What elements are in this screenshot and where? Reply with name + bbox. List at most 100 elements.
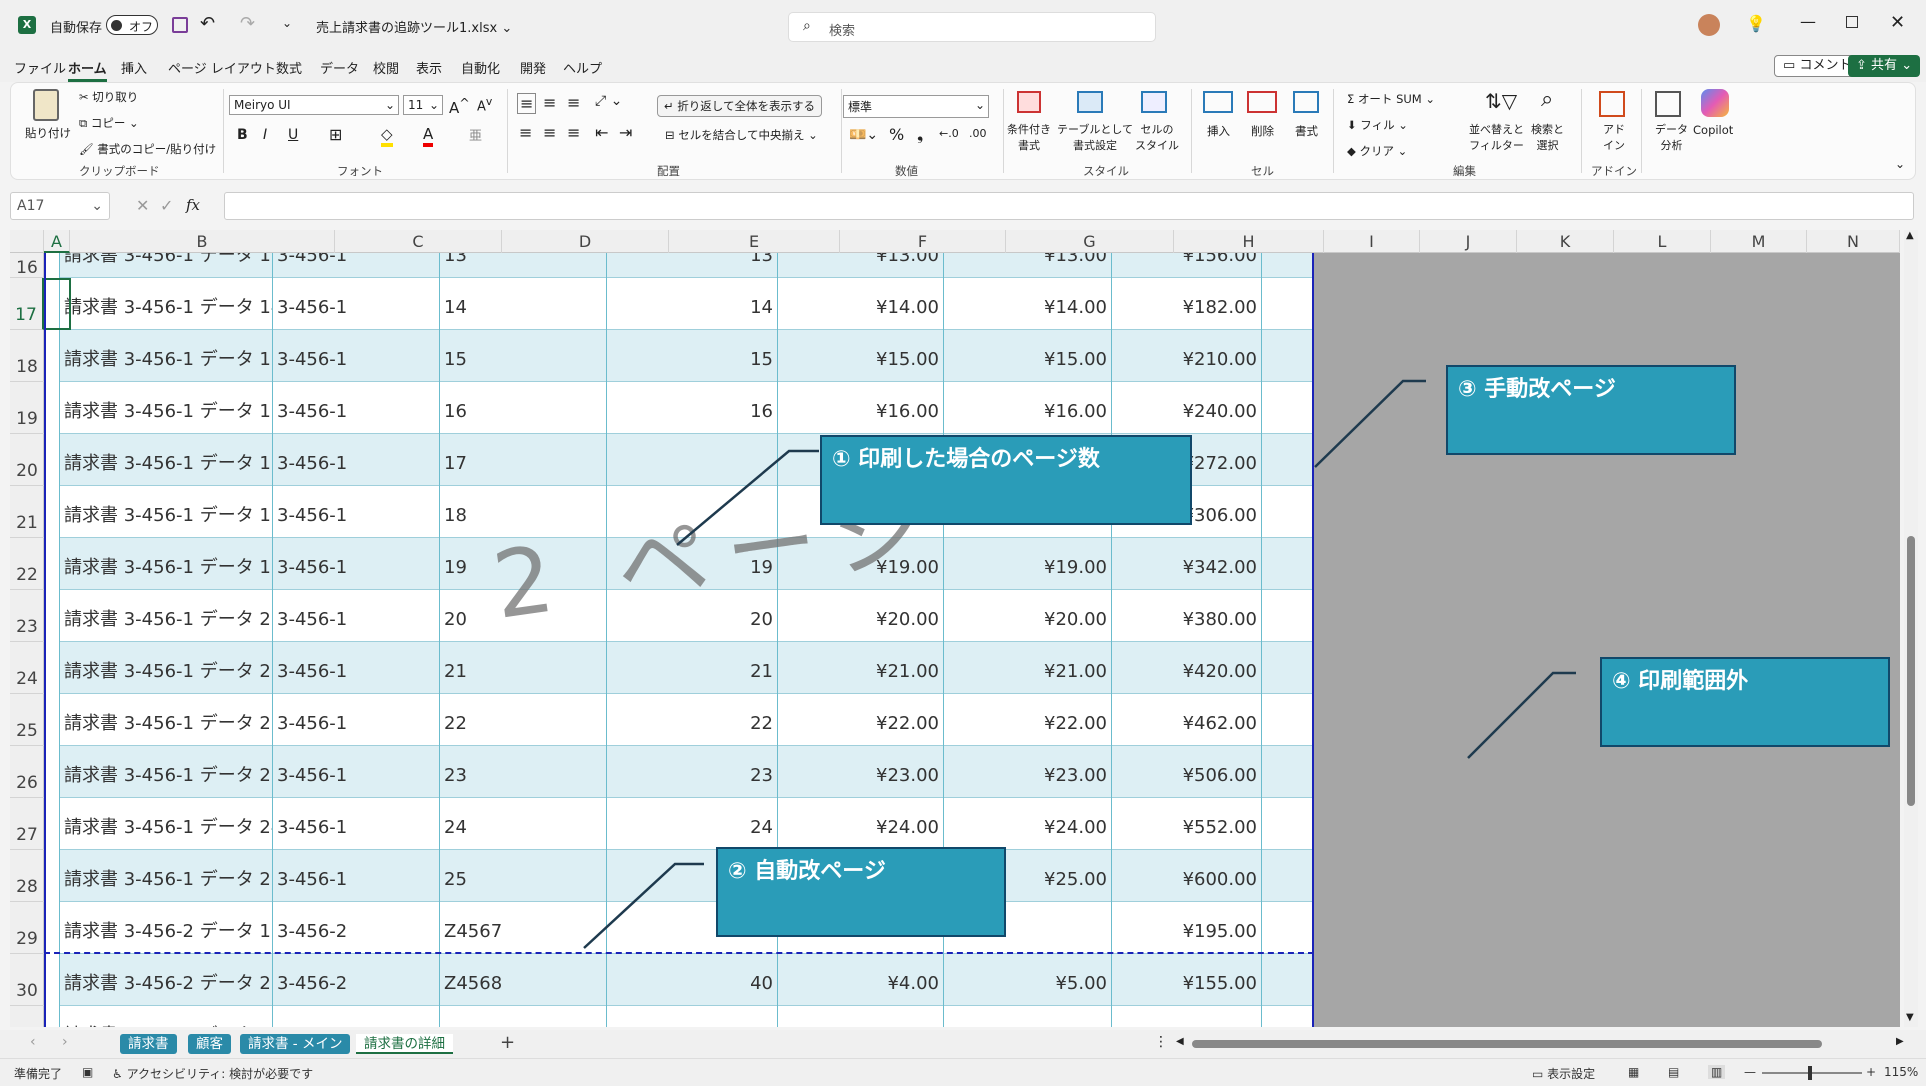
align-top-icon[interactable]: ≡ — [517, 93, 537, 114]
qat-dropdown-icon[interactable]: ⌄ — [282, 16, 292, 30]
add-sheet-icon[interactable]: + — [500, 1032, 515, 1053]
row-header[interactable]: 16 — [10, 253, 44, 278]
align-middle-icon[interactable]: ≡ — [543, 93, 556, 112]
share-button[interactable]: ⇪ 共有 ⌄ — [1848, 55, 1921, 77]
display-settings-button[interactable]: ▭ 表示設定 — [1532, 1065, 1595, 1082]
delete-cells-button[interactable]: 削除 — [1251, 123, 1274, 139]
find-select-button[interactable]: 検索と 選択 — [1531, 121, 1564, 153]
page-break-preview-icon[interactable]: ▥ — [1708, 1065, 1726, 1079]
prev-sheet-icon[interactable]: ‹ — [30, 1034, 36, 1050]
row-header[interactable]: 27 — [10, 798, 44, 850]
row-header[interactable]: 26 — [10, 746, 44, 798]
increase-decimal-icon[interactable]: ←.0 — [939, 127, 959, 140]
name-box[interactable]: A17 ⌄ — [10, 192, 110, 220]
tab-page-layout[interactable]: ページ レイアウト — [168, 58, 276, 77]
column-header[interactable]: J — [1420, 230, 1517, 253]
scroll-thumb[interactable] — [1907, 536, 1915, 806]
column-header[interactable]: F — [840, 230, 1006, 253]
restore-icon[interactable] — [1846, 16, 1858, 28]
lightbulb-icon[interactable]: 💡 — [1746, 14, 1766, 33]
save-icon[interactable] — [172, 17, 188, 33]
tab-view[interactable]: 表示 — [416, 58, 442, 77]
search-box[interactable]: ⌕ 検索 — [788, 12, 1156, 42]
addins-button[interactable]: アド イン — [1603, 121, 1625, 153]
row-header[interactable]: 29 — [10, 902, 44, 954]
sheet-tab-invoice[interactable]: 請求書 — [120, 1034, 177, 1054]
merge-center-button[interactable]: ⊟ セルを結合して中央揃え ⌄ — [665, 127, 818, 143]
minimize-icon[interactable]: — — [1800, 12, 1816, 31]
phonetic-icon[interactable]: 亜 — [469, 125, 482, 144]
align-right-icon[interactable]: ≡ — [567, 123, 580, 142]
close-icon[interactable]: ✕ — [1890, 12, 1905, 33]
align-left-icon[interactable]: ≡ — [519, 123, 532, 142]
column-header[interactable]: H — [1174, 230, 1324, 253]
tab-developer[interactable]: 開発 — [520, 58, 546, 77]
column-header[interactable]: C — [335, 230, 502, 253]
copy-button[interactable]: ⧉ コピー ⌄ — [79, 115, 139, 131]
borders-icon[interactable]: ⊞ — [329, 125, 342, 144]
h-scroll-thumb[interactable] — [1192, 1040, 1822, 1048]
format-painter-button[interactable]: 🖌 書式のコピー/貼り付け — [79, 141, 216, 157]
copilot-button[interactable]: Copilot — [1693, 123, 1733, 137]
column-header[interactable]: M — [1711, 230, 1807, 253]
clear-button[interactable]: ◆ クリア ⌄ — [1347, 143, 1407, 159]
decrease-decimal-icon[interactable]: .00 — [969, 127, 987, 140]
row-header[interactable]: 30 — [10, 954, 44, 1006]
tab-splitter-icon[interactable]: ⋮ — [1154, 1034, 1168, 1050]
wrap-text-button[interactable]: ↵ 折り返して全体を表示する — [657, 95, 822, 117]
fill-button[interactable]: ⬇ フィル ⌄ — [1347, 117, 1408, 133]
row-header[interactable]: 25 — [10, 694, 44, 746]
tab-home[interactable]: ホーム — [68, 58, 107, 82]
shrink-font-icon[interactable]: Av — [477, 95, 492, 114]
row-header[interactable]: 19 — [10, 382, 44, 434]
row-header[interactable]: 17 — [10, 278, 44, 330]
format-as-table-button[interactable]: テーブルとして 書式設定 — [1057, 121, 1133, 153]
currency-icon[interactable]: 💴⌄ — [849, 127, 878, 143]
row-header[interactable]: 28 — [10, 850, 44, 902]
decrease-indent-icon[interactable]: ⇤ — [595, 123, 608, 142]
sheet-tab-invoice-details[interactable]: 請求書の詳細 — [356, 1034, 453, 1054]
macro-record-icon[interactable]: ▣ — [82, 1065, 93, 1079]
column-header[interactable]: L — [1614, 230, 1711, 253]
scroll-up-icon[interactable]: ▲ — [1906, 230, 1914, 241]
autosum-button[interactable]: Σ オート SUM ⌄ — [1347, 91, 1435, 107]
next-sheet-icon[interactable]: › — [62, 1034, 68, 1050]
enter-icon[interactable]: ✓ — [160, 196, 173, 215]
column-header[interactable]: E — [669, 230, 840, 253]
row-header[interactable]: 20 — [10, 434, 44, 486]
sheet-tab-customers[interactable]: 顧客 — [188, 1034, 231, 1054]
comma-icon[interactable]: ❟ — [917, 125, 923, 145]
tab-file[interactable]: ファイル — [14, 58, 66, 77]
conditional-format-button[interactable]: 条件付き 書式 — [1007, 121, 1051, 153]
cancel-icon[interactable]: ✕ — [136, 196, 149, 215]
corner-select-all[interactable] — [10, 230, 44, 253]
redo-icon[interactable]: ↷ — [240, 13, 255, 34]
row-header[interactable]: 18 — [10, 330, 44, 382]
font-color-icon[interactable]: A — [423, 125, 434, 147]
file-name[interactable]: 売上請求書の追跡ツール1.xlsx ⌄ — [316, 17, 512, 36]
collapse-ribbon-icon[interactable]: ⌄ — [1895, 157, 1905, 171]
fill-color-icon[interactable]: ◇ — [381, 125, 393, 147]
cell-styles-button[interactable]: セルの スタイル — [1135, 121, 1179, 153]
scroll-right-icon[interactable]: ▶ — [1896, 1036, 1904, 1047]
avatar[interactable] — [1698, 14, 1720, 36]
font-size-select[interactable]: 11 ⌄ — [403, 95, 443, 115]
align-center-icon[interactable]: ≡ — [543, 123, 556, 142]
column-header[interactable]: N — [1807, 230, 1900, 253]
row-header[interactable]: 23 — [10, 590, 44, 642]
zoom-slider-thumb[interactable] — [1808, 1066, 1812, 1080]
tab-insert[interactable]: 挿入 — [121, 58, 147, 77]
page-layout-view-icon[interactable]: ▤ — [1668, 1065, 1679, 1079]
orientation-icon[interactable]: ⤢ ⌄ — [595, 93, 622, 109]
horizontal-scrollbar[interactable]: ◀ ▶ — [1176, 1036, 1912, 1050]
scroll-left-icon[interactable]: ◀ — [1176, 1036, 1184, 1047]
cut-button[interactable]: ✂ 切り取り — [79, 89, 138, 105]
underline-button[interactable]: U — [288, 127, 298, 143]
column-header[interactable]: D — [502, 230, 669, 253]
insert-function-icon[interactable]: fx — [186, 196, 200, 214]
zoom-slider[interactable] — [1762, 1066, 1862, 1080]
accessibility-status[interactable]: ♿ アクセシビリティ: 検討が必要です — [112, 1065, 313, 1082]
scroll-down-icon[interactable]: ▼ — [1906, 1012, 1914, 1023]
zoom-in-icon[interactable]: + — [1866, 1065, 1876, 1079]
font-name-select[interactable]: Meiryo UI ⌄ — [229, 95, 399, 115]
